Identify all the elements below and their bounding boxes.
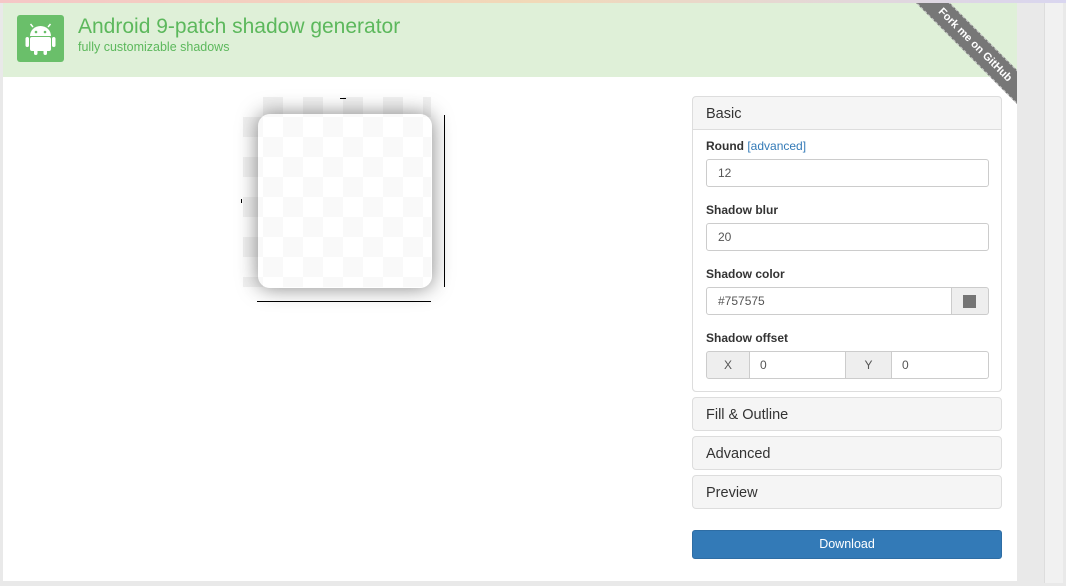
page-title: Android 9-patch shadow generator bbox=[78, 15, 401, 38]
color-picker-button[interactable] bbox=[952, 287, 989, 315]
panel-preview[interactable]: Preview bbox=[692, 475, 1002, 509]
android-robot-icon bbox=[17, 15, 64, 62]
advanced-round-link[interactable]: [advanced] bbox=[747, 139, 806, 153]
shadow-blur-label: Shadow blur bbox=[706, 203, 778, 217]
shadow-color-input[interactable]: #757575 bbox=[706, 287, 952, 315]
color-swatch-icon bbox=[963, 295, 976, 308]
panel-basic-body: Round [advanced] 12 Shadow blur 20 Shado… bbox=[693, 130, 1001, 391]
page: Android 9-patch shadow generator fully c… bbox=[3, 3, 1017, 581]
scrollbar[interactable] bbox=[1044, 3, 1063, 583]
header: Android 9-patch shadow generator fully c… bbox=[3, 3, 1017, 77]
padding-marker-right bbox=[444, 115, 445, 287]
panel-basic: Basic Round [advanced] 12 Shadow blur 20… bbox=[692, 96, 1002, 392]
offset-x-input[interactable]: 0 bbox=[750, 351, 846, 379]
panel-basic-header[interactable]: Basic bbox=[693, 97, 1001, 130]
github-ribbon-label[interactable]: Fork me on GitHub bbox=[909, 3, 1017, 111]
transparency-checkerboard bbox=[243, 97, 432, 288]
shadow-blur-input[interactable]: 20 bbox=[706, 223, 989, 251]
shadow-rectangle bbox=[258, 114, 432, 288]
nine-patch-preview bbox=[239, 93, 449, 308]
shadow-offset-group: X 0 Y 0 bbox=[706, 351, 989, 379]
round-label: Round [advanced] bbox=[706, 139, 989, 153]
panel-preview-header[interactable]: Preview bbox=[693, 476, 1001, 508]
panel-fill-outline-header[interactable]: Fill & Outline bbox=[693, 398, 1001, 430]
offset-y-label: Y bbox=[846, 351, 892, 379]
shadow-offset-label: Shadow offset bbox=[706, 331, 789, 345]
offset-y-input[interactable]: 0 bbox=[892, 351, 989, 379]
stretch-marker-top bbox=[340, 98, 346, 99]
padding-marker-bottom bbox=[257, 301, 431, 302]
panel-advanced-header[interactable]: Advanced bbox=[693, 437, 1001, 469]
download-button[interactable]: Download bbox=[692, 530, 1002, 559]
shadow-color-group: #757575 bbox=[706, 287, 989, 315]
panel-advanced[interactable]: Advanced bbox=[692, 436, 1002, 470]
settings-sidebar: Basic Round [advanced] 12 Shadow blur 20… bbox=[692, 96, 1002, 559]
stretch-marker-left bbox=[241, 199, 242, 203]
panel-fill-outline[interactable]: Fill & Outline bbox=[692, 397, 1002, 431]
shadow-color-label: Shadow color bbox=[706, 267, 785, 281]
offset-x-label: X bbox=[706, 351, 750, 379]
round-label-text: Round bbox=[706, 139, 744, 153]
page-subtitle: fully customizable shadows bbox=[78, 40, 230, 54]
round-input[interactable]: 12 bbox=[706, 159, 989, 187]
